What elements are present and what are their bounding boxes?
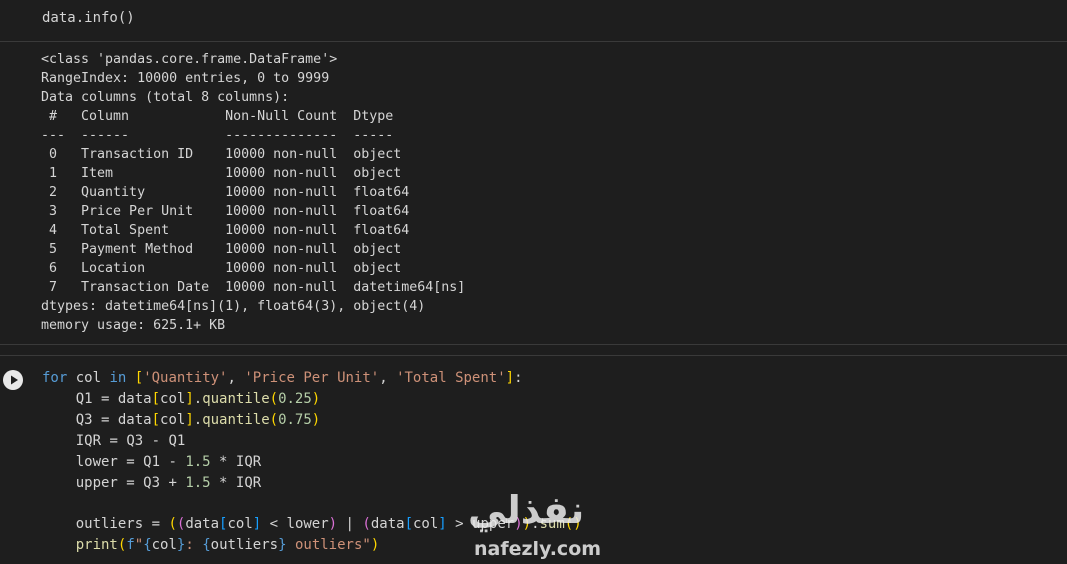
string-total-spent: 'Total Spent' (396, 370, 506, 386)
cell1-output-divider (0, 41, 1067, 42)
cell1-code-text: data.info() (42, 10, 135, 26)
variable-lower: lower (286, 516, 329, 532)
function-print: print (75, 537, 118, 553)
variable-col: col (413, 516, 439, 532)
output-line: 2 Quantity 10000 non-null float64 (41, 185, 410, 200)
variable-q3: Q3 (126, 433, 144, 449)
fstring-text: outliers" (286, 537, 371, 553)
variable-col: col (160, 412, 186, 428)
output-line: --- ------ -------------- ----- (41, 128, 394, 143)
code-line: lower = Q1 - 1.5 * IQR (75, 454, 262, 470)
cell-divider (0, 355, 1067, 356)
variable-q3: Q3 (143, 475, 161, 491)
output-line: 4 Total Spent 10000 non-null float64 (41, 223, 410, 238)
output-line: 0 Transaction ID 10000 non-null object (41, 147, 402, 162)
output-line: Data columns (total 8 columns): (41, 90, 290, 105)
function-quantile: quantile (202, 391, 270, 407)
code-line: outliers = ((data[col] < lower) | (data[… (75, 516, 582, 532)
variable-upper: upper (75, 475, 118, 491)
number-0-25: 0.25 (278, 391, 312, 407)
string-price-per-unit: 'Price Per Unit' (244, 370, 380, 386)
variable-data: data (370, 516, 405, 532)
output-line: 7 Transaction Date 10000 non-null dateti… (41, 280, 466, 295)
variable-col: col (227, 516, 253, 532)
function-quantile: quantile (202, 412, 270, 428)
number-0-75: 0.75 (278, 412, 312, 428)
number-1-5: 1.5 (185, 475, 211, 491)
watermark-latin-text: nafezly.com (474, 538, 602, 560)
fstring-quote: " (134, 537, 144, 553)
code-line: for col in ['Quantity', 'Price Per Unit'… (42, 370, 523, 386)
output-line: 6 Location 10000 non-null object (41, 261, 402, 276)
fstring-separator: : (185, 537, 203, 553)
run-cell-button[interactable] (3, 370, 23, 390)
variable-col: col (160, 391, 186, 407)
code-line: Q1 = data[col].quantile(0.25) (75, 391, 321, 407)
code-line: upper = Q3 + 1.5 * IQR (75, 475, 262, 491)
output-line: 1 Item 10000 non-null object (41, 166, 402, 181)
function-sum: sum (539, 516, 565, 532)
code-line: Q3 = data[col].quantile(0.75) (75, 412, 321, 428)
variable-q1: Q1 (143, 454, 161, 470)
output-line: # Column Non-Null Count Dtype (41, 109, 394, 124)
output-line: memory usage: 625.1+ KB (41, 318, 226, 333)
variable-data: data (117, 412, 152, 428)
variable-data: data (117, 391, 152, 407)
output-line: 5 Payment Method 10000 non-null object (41, 242, 402, 257)
variable-lower: lower (75, 454, 118, 470)
variable-q3: Q3 (75, 412, 93, 428)
output-line: <class 'pandas.core.frame.DataFrame'> (41, 52, 338, 67)
keyword-in: in (109, 370, 127, 386)
variable-outliers: outliers (75, 516, 144, 532)
variable-iqr: IQR (75, 433, 102, 449)
variable-outliers: outliers (210, 537, 279, 553)
code-line: print(f"{col}: {outliers} outliers") (75, 537, 380, 553)
variable-col: col (75, 370, 102, 386)
variable-col: col (151, 537, 177, 553)
output-line: 3 Price Per Unit 10000 non-null float64 (41, 204, 410, 219)
string-quantity: 'Quantity' (143, 370, 228, 386)
keyword-for: for (42, 370, 68, 386)
code-line: IQR = Q3 - Q1 (75, 433, 186, 449)
number-1-5: 1.5 (185, 454, 211, 470)
cell1-code[interactable]: data.info() (42, 8, 135, 29)
variable-iqr: IQR (235, 475, 262, 491)
output-line: dtypes: datetime64[ns](1), float64(3), o… (41, 299, 426, 314)
variable-upper: upper (472, 516, 515, 532)
variable-iqr: IQR (235, 454, 262, 470)
variable-q1: Q1 (168, 433, 186, 449)
play-icon (11, 375, 18, 385)
output-line: RangeIndex: 10000 entries, 0 to 9999 (41, 71, 330, 86)
fstring-prefix: f (126, 537, 135, 553)
variable-data: data (185, 516, 220, 532)
cell-divider (0, 344, 1067, 345)
variable-q1: Q1 (75, 391, 93, 407)
